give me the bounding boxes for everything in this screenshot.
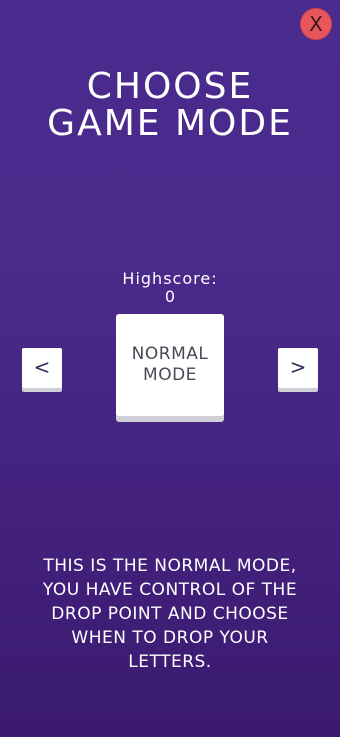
highscore-value: 0 xyxy=(164,287,176,306)
next-mode-button[interactable]: > xyxy=(278,348,318,388)
close-button[interactable]: X xyxy=(300,8,332,40)
chevron-left-icon: < xyxy=(33,355,51,379)
mode-description: THIS IS THE NORMAL MODE, YOU HAVE CONTRO… xyxy=(42,556,298,672)
previous-mode-button[interactable]: < xyxy=(22,348,62,388)
page-title: CHOOSE GAME MODE xyxy=(47,66,293,144)
highscore-label: Highscore: xyxy=(122,269,218,288)
close-icon: X xyxy=(309,12,323,36)
mode-card-label: NORMAL MODE xyxy=(131,344,209,385)
mode-card[interactable]: NORMAL MODE xyxy=(116,314,224,416)
chevron-right-icon: > xyxy=(289,355,307,379)
